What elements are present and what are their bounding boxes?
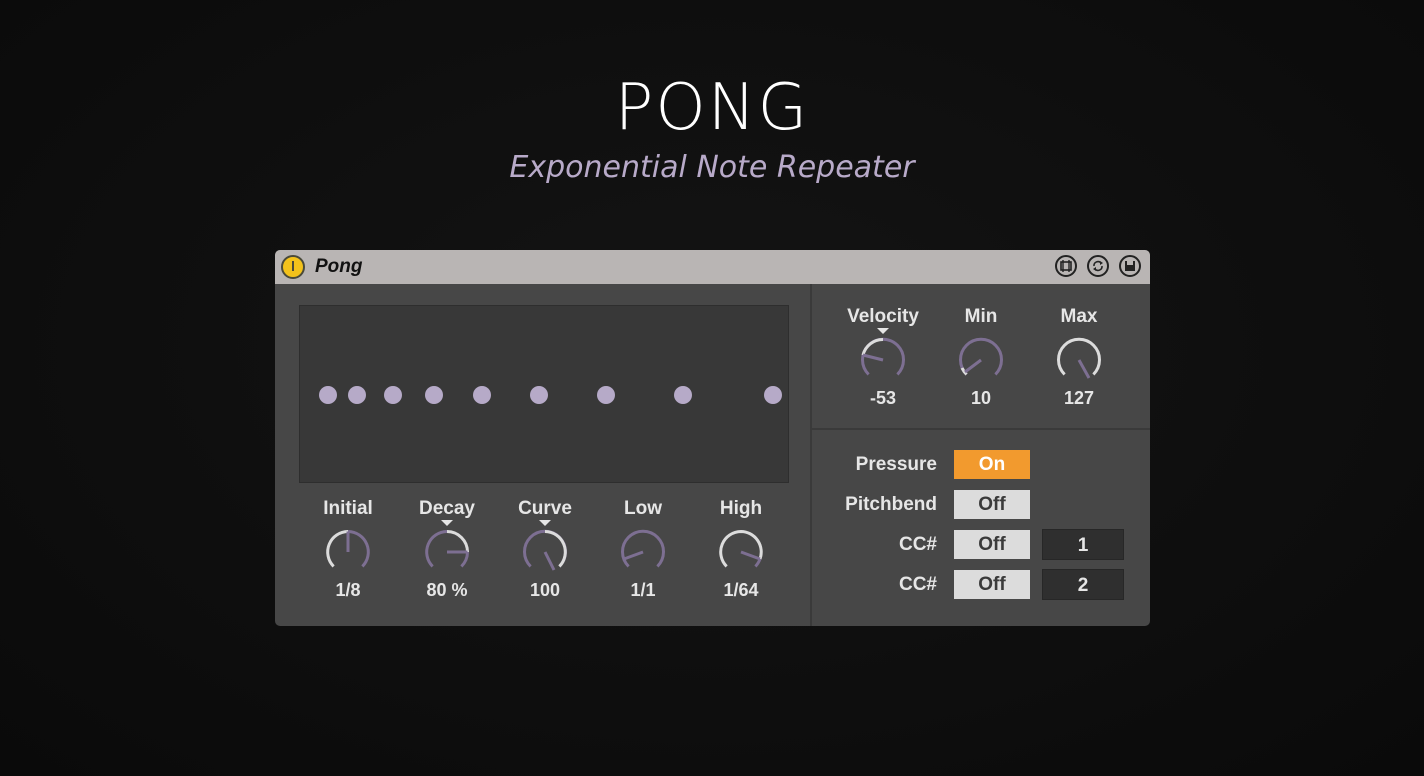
page-title: PONG <box>614 71 810 145</box>
knob-label: Max <box>1060 306 1098 327</box>
knob-value: 80 % <box>426 580 468 600</box>
save-icon[interactable] <box>1119 255 1141 277</box>
repeat-dot <box>473 386 491 404</box>
repeat-dot <box>674 386 692 404</box>
knob-label: Low <box>624 498 662 519</box>
knob-dial[interactable] <box>855 324 911 380</box>
knob-value: 1/1 <box>630 580 656 600</box>
knob-value: -53 <box>869 388 896 408</box>
section-divider <box>812 428 1150 430</box>
knob-value: 1/8 <box>335 580 361 600</box>
knob-value: 10 <box>970 388 992 408</box>
velocity-knob[interactable]: Velocity -53 <box>833 306 933 408</box>
knob-dial[interactable] <box>517 516 573 572</box>
repeat-dot <box>319 386 337 404</box>
pitchbend-label: Pitchbend <box>845 494 937 515</box>
pressure-label: Pressure <box>855 454 937 475</box>
pitchbend-toggle[interactable]: Off <box>954 490 1030 519</box>
hot-swap-icon[interactable] <box>1055 255 1077 277</box>
repeat-dot <box>597 386 615 404</box>
min-knob[interactable]: Min 10 <box>931 306 1031 408</box>
knob-label: High <box>719 498 763 519</box>
device-name: Pong <box>315 256 363 277</box>
knob-dial[interactable] <box>419 516 475 572</box>
cc2-toggle[interactable]: Off <box>954 570 1030 599</box>
repeat-dot <box>530 386 548 404</box>
refresh-icon[interactable] <box>1087 255 1109 277</box>
high-knob[interactable]: High 1/64 <box>691 498 791 600</box>
max-knob[interactable]: Max 127 <box>1029 306 1129 408</box>
knob-label: Min <box>964 306 998 327</box>
repeat-dot <box>764 386 782 404</box>
knob-dial[interactable] <box>713 524 769 580</box>
page-subtitle: Exponential Note Repeater <box>509 150 915 185</box>
cc2-label: CC# <box>898 574 937 595</box>
cc2-number[interactable]: 2 <box>1042 569 1124 600</box>
repeat-display <box>299 305 789 483</box>
knob-dial[interactable] <box>953 332 1009 388</box>
decay-knob[interactable]: Decay 80 % <box>397 498 497 600</box>
knob-value: 127 <box>1063 388 1095 408</box>
initial-knob[interactable]: Initial 1/8 <box>298 498 398 600</box>
repeat-dot <box>348 386 366 404</box>
curve-knob[interactable]: Curve 100 <box>495 498 595 600</box>
pong-device: Pong Initial 1/8 Decay 80 % Curve 100 Lo… <box>275 250 1150 626</box>
knob-value: 100 <box>529 580 561 600</box>
low-knob[interactable]: Low 1/1 <box>593 498 693 600</box>
pressure-toggle[interactable]: On <box>954 450 1030 479</box>
device-titlebar: Pong <box>275 250 1150 284</box>
cc1-label: CC# <box>898 534 937 555</box>
power-icon[interactable] <box>281 255 305 279</box>
knob-dial[interactable] <box>1051 332 1107 388</box>
knob-value: 1/64 <box>723 580 759 600</box>
repeat-dot <box>384 386 402 404</box>
knob-dial[interactable] <box>320 524 376 580</box>
cc1-toggle[interactable]: Off <box>954 530 1030 559</box>
repeat-dot <box>425 386 443 404</box>
knob-label: Initial <box>323 498 373 519</box>
cc1-number[interactable]: 1 <box>1042 529 1124 560</box>
knob-dial[interactable] <box>615 524 671 580</box>
